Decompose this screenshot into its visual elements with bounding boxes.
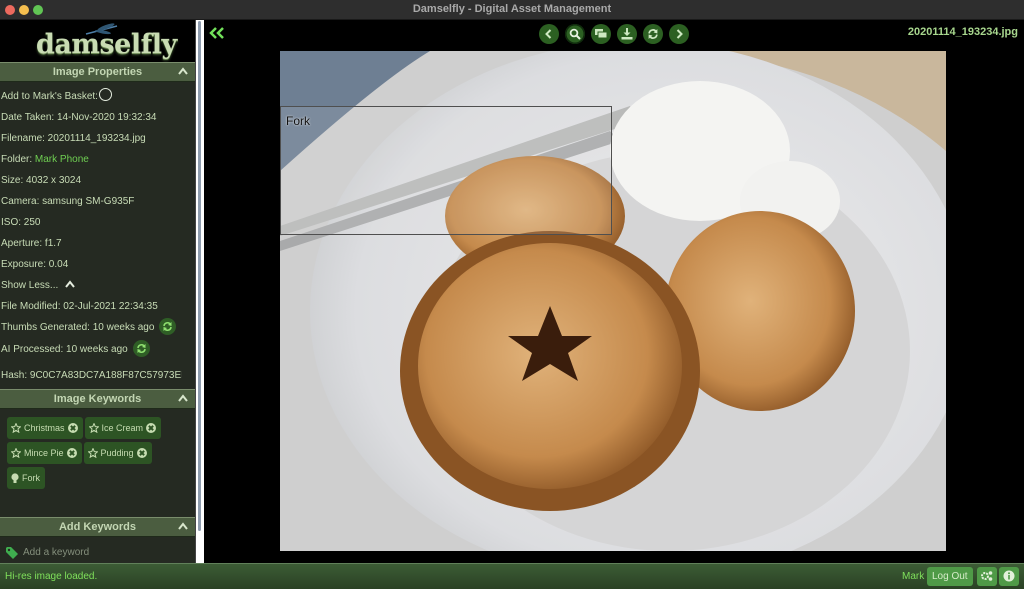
date-taken: Date Taken: 14-Nov-2020 19:32:34	[1, 112, 157, 123]
show-less-toggle[interactable]: Show Less...	[1, 275, 195, 296]
folder-link[interactable]: Mark Phone	[35, 154, 89, 165]
image-properties-header[interactable]: Image Properties	[0, 62, 195, 82]
title-bar: Damselfly - Digital Asset Management	[0, 0, 1024, 20]
camera: Camera: samsung SM-G935F	[1, 196, 135, 207]
image-keywords-header[interactable]: Image Keywords	[0, 389, 195, 409]
refresh-button[interactable]	[643, 24, 663, 44]
keyword-label: Mince Pie	[24, 448, 64, 458]
keyword-label: Christmas	[24, 423, 65, 433]
section-title: Add Keywords	[58, 521, 136, 533]
status-message: Hi-res image loaded.	[5, 571, 98, 582]
keyword-label: Pudding	[100, 448, 134, 458]
viewer-toolbar	[539, 24, 689, 44]
logo-text: damselfly	[36, 29, 177, 60]
chevron-up-icon[interactable]	[178, 394, 188, 402]
keyword-tag[interactable]: Christmas	[7, 417, 83, 439]
chevron-right-icon	[676, 29, 683, 39]
section-title: Image Keywords	[53, 393, 142, 405]
scrollbar-thumb[interactable]	[198, 21, 201, 531]
chevron-up-icon[interactable]	[178, 67, 188, 75]
star-icon	[11, 448, 21, 458]
info-button[interactable]	[999, 567, 1019, 586]
download-button[interactable]	[617, 24, 637, 44]
image-filename: 20201114_193234.jpg	[907, 26, 1018, 38]
folder-label: Folder:	[1, 154, 35, 165]
settings-button[interactable]	[977, 567, 997, 586]
images-icon	[595, 29, 607, 39]
download-icon	[621, 28, 633, 40]
remove-keyword-icon[interactable]	[136, 448, 147, 458]
cogs-icon	[981, 571, 993, 581]
keyword-label: Fork	[22, 473, 40, 483]
zoom-button[interactable]	[565, 24, 585, 44]
aperture: Aperture: f1.7	[1, 238, 62, 249]
search-icon	[569, 28, 581, 40]
thumbs-generated-row: Thumbs Generated: 10 weeks ago	[1, 317, 195, 338]
basket-toggle[interactable]	[98, 88, 112, 102]
info-icon	[1003, 570, 1015, 582]
exposure: Exposure: 0.04	[1, 259, 69, 270]
star-icon	[88, 423, 99, 433]
image-size: Size: 4032 x 3024	[1, 175, 82, 186]
object-bounding-box[interactable]: Fork	[280, 106, 612, 235]
remove-keyword-icon[interactable]	[146, 423, 157, 433]
sidebar: damselfly Image Properties Add to Mark's…	[0, 20, 196, 563]
folder-row: Folder: Mark Phone	[1, 149, 195, 170]
collapse-sidebar-icon[interactable]	[209, 27, 225, 39]
section-title: Image Properties	[52, 66, 143, 78]
add-keyword-input[interactable]: Add a keyword	[5, 537, 195, 563]
basket-label: Add to Mark's Basket:	[1, 91, 98, 102]
add-keywords-header[interactable]: Add Keywords	[0, 517, 195, 537]
app-logo: damselfly	[0, 20, 195, 62]
user-name: Mark	[902, 571, 925, 582]
previous-image-button[interactable]	[539, 24, 559, 44]
keyword-tag[interactable]: Mince Pie	[7, 442, 82, 464]
refresh-icon	[163, 321, 173, 331]
refresh-icon	[648, 29, 658, 39]
thumbs-generated: Thumbs Generated: 10 weeks ago	[1, 322, 155, 333]
image-properties-panel: Add to Mark's Basket: Date Taken: 14-Nov…	[0, 82, 195, 386]
logout-button[interactable]: Log Out	[927, 567, 973, 586]
chevron-up-icon[interactable]	[178, 522, 188, 530]
keyword-tag[interactable]: Ice Cream	[84, 417, 162, 439]
sidebar-scrollbar[interactable]	[196, 20, 204, 563]
file-modified: File Modified: 02-Jul-2021 22:34:35	[1, 301, 158, 312]
keyword-tag[interactable]: Fork	[7, 467, 45, 489]
ai-processed: AI Processed: 10 weeks ago	[1, 344, 128, 355]
next-image-button[interactable]	[669, 24, 689, 44]
filename: Filename: 20201114_193234.jpg	[1, 133, 146, 144]
main-photo[interactable]: Fork	[280, 51, 946, 551]
keyword-label: Ice Cream	[101, 423, 144, 433]
remove-keyword-icon[interactable]	[67, 423, 78, 433]
ai-processed-row: AI Processed: 10 weeks ago	[1, 338, 195, 365]
compare-button[interactable]	[591, 24, 611, 44]
window-title: Damselfly - Digital Asset Management	[412, 3, 612, 15]
remove-keyword-icon[interactable]	[66, 448, 77, 458]
star-icon	[11, 423, 21, 433]
star-icon	[87, 448, 98, 458]
tag-icon	[6, 547, 18, 559]
show-less-label: Show Less...	[1, 280, 59, 291]
keyword-tag[interactable]: Pudding	[83, 442, 152, 464]
image-viewer: 20201114_193234.jpg Fork	[204, 20, 1024, 563]
keyword-placeholder: Add a keyword	[23, 547, 90, 558]
status-bar: Hi-res image loaded. Mark Log Out	[0, 563, 1024, 589]
lightbulb-icon	[11, 472, 19, 483]
basket-row: Add to Mark's Basket:	[1, 86, 195, 107]
regenerate-thumbs-button[interactable]	[159, 317, 177, 335]
chevron-left-icon	[545, 29, 552, 39]
iso: ISO: 250	[1, 217, 41, 228]
object-label: Fork	[286, 114, 310, 128]
chevron-up-icon	[65, 280, 75, 288]
hash: Hash: 9C0C7A83DC7A188F87C57973ED4	[1, 370, 182, 381]
reprocess-ai-button[interactable]	[132, 339, 150, 357]
keyword-list: Christmas Ice Cream Mince Pie Pudding Fork	[0, 409, 195, 517]
refresh-icon	[136, 343, 146, 353]
